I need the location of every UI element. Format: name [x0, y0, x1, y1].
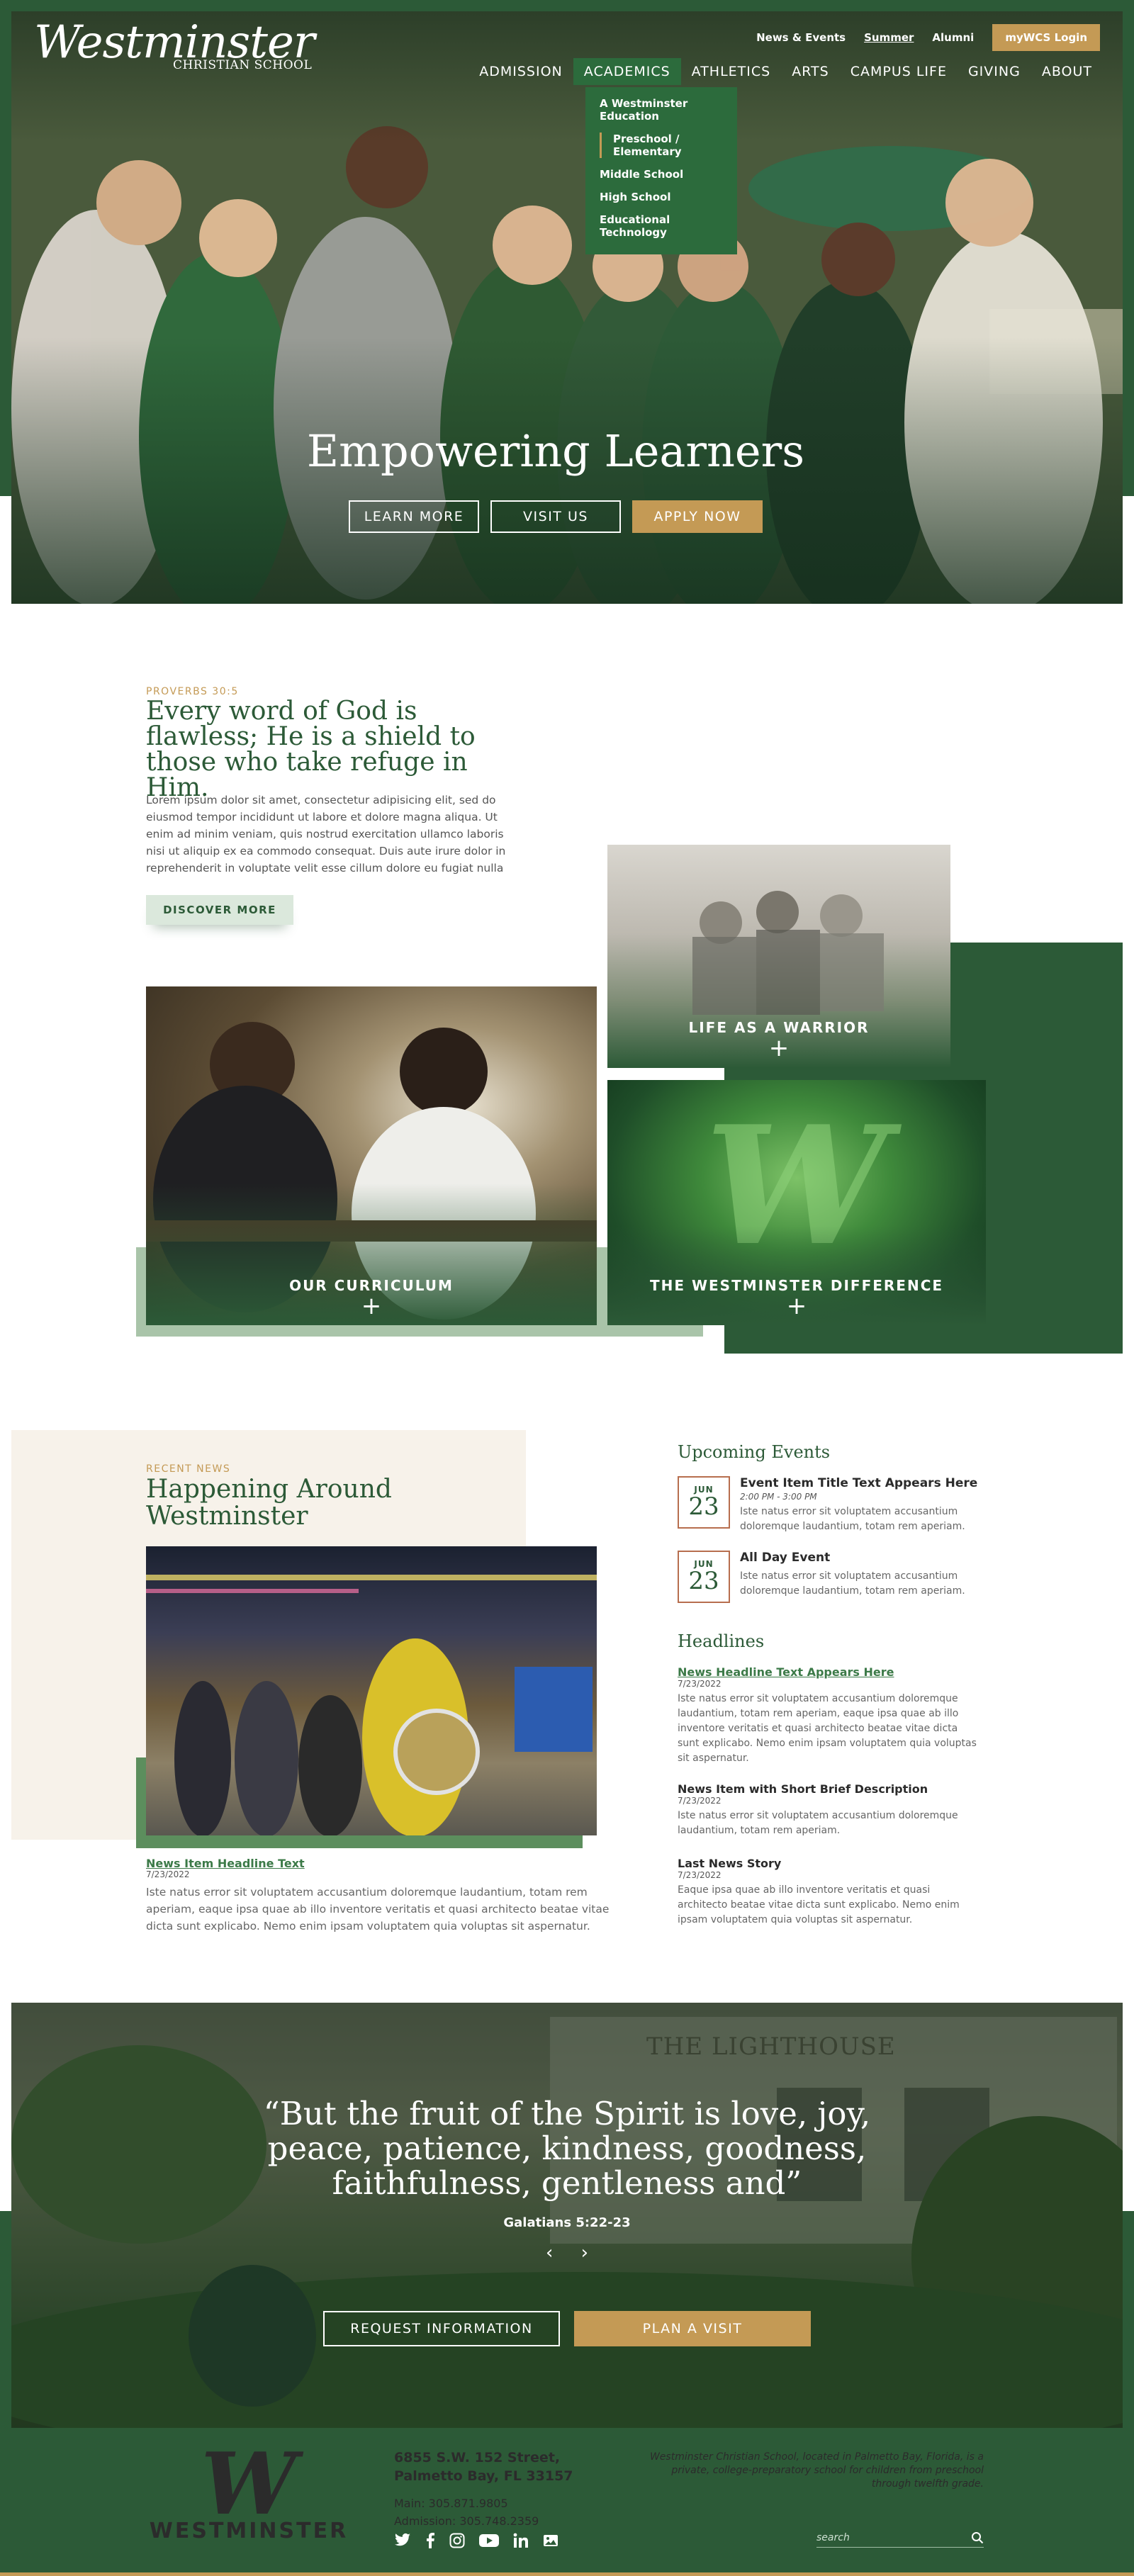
footer-logo-name: WESTMINSTER [149, 2519, 349, 2543]
request-information-button[interactable]: REQUEST INFORMATION [323, 2311, 560, 2346]
footer-gold-rule [0, 2572, 1134, 2576]
footer-main-phone[interactable]: Main: 305.871.9805 [394, 2495, 539, 2512]
academics-dropdown: A Westminster Education Preschool / Elem… [585, 87, 737, 254]
headline-title[interactable]: Last News Story [678, 1857, 982, 1870]
instagram-icon[interactable] [449, 2533, 465, 2548]
learn-more-button[interactable]: LEARN MORE [349, 500, 479, 533]
news-section-title: Happening Around Westminster [146, 1475, 392, 1531]
headlines-heading: Headlines [678, 1631, 765, 1651]
dropdown-middle-school[interactable]: Middle School [600, 168, 723, 181]
news-photo-carnival [146, 1575, 597, 1837]
chevron-left-icon[interactable]: ‹ [546, 2242, 553, 2263]
utility-nav: News & Events Summer Alumni myWCS Login [756, 24, 1100, 51]
nav-giving[interactable]: GIVING [958, 58, 1031, 85]
chevron-right-icon[interactable]: › [581, 2242, 588, 2263]
news-item-body: Iste natus error sit voluptatem accusant… [146, 1886, 610, 1933]
headline-body: Iste natus error sit voluptatem accusant… [678, 1693, 977, 1764]
news-item-headline[interactable]: News Item Headline Text [146, 1857, 305, 1870]
footer-description: Westminster Christian School, located in… [649, 2451, 984, 2490]
dropdown-high-school[interactable]: High School [600, 191, 723, 203]
event-description: Iste natus error sit voluptatem accusant… [740, 1506, 965, 1532]
dropdown-preschool-elementary[interactable]: Preschool / Elementary [600, 133, 723, 158]
event-calendar-icon: JUN 23 [678, 1551, 730, 1603]
tile-difference-plus-icon: + [786, 1292, 807, 1320]
tile-life-plus-icon: + [768, 1034, 790, 1062]
headline-title[interactable]: News Headline Text Appears Here [678, 1665, 982, 1679]
apply-now-button[interactable]: APPLY NOW [632, 500, 763, 533]
search-input[interactable]: search [816, 2532, 850, 2543]
linkedin-icon[interactable] [513, 2533, 529, 2548]
event-time: 2:00 PM - 3:00 PM [740, 1492, 817, 1502]
plan-a-visit-button[interactable]: PLAN A VISIT [574, 2311, 811, 2346]
event-description: Iste natus error sit voluptatem accusant… [740, 1570, 965, 1597]
twitter-icon[interactable] [394, 2533, 411, 2548]
lighthouse-sign: THE LIGHTHOUSE [646, 2032, 896, 2061]
footer-search[interactable]: search [816, 2528, 984, 2548]
footer-logo-mark: W [201, 2434, 297, 2534]
footer-logo[interactable]: W WESTMINSTER [146, 2434, 352, 2544]
quote-reference: Galatians 5:22-23 [503, 2215, 631, 2230]
tile-our-curriculum[interactable]: OUR CURRICULUM + [146, 986, 597, 1325]
nav-academics[interactable]: ACADEMICS [573, 58, 681, 85]
verse-body: Lorem ipsum dolor sit amet, consectetur … [146, 794, 506, 874]
tile-curriculum-plus-icon: + [361, 1292, 382, 1320]
headline-date: 7/23/2022 [678, 1796, 722, 1806]
event-day: 23 [688, 1567, 719, 1595]
event-day: 23 [688, 1492, 719, 1521]
hero-title: Empowering Learners [306, 425, 805, 477]
facebook-icon[interactable] [425, 2533, 435, 2548]
discover-more-button[interactable]: DISCOVER MORE [146, 895, 293, 925]
news-photo[interactable] [146, 1546, 597, 1837]
event-title[interactable]: Event Item Title Text Appears Here [740, 1476, 988, 1490]
headline-item[interactable]: Last News Story 7/23/2022 Eaque ipsa qua… [678, 1857, 982, 1928]
youtube-icon[interactable] [479, 2533, 499, 2548]
utility-news-events[interactable]: News & Events [756, 31, 846, 44]
logo-subtitle: CHRISTIAN SCHOOL [173, 58, 313, 72]
nav-about[interactable]: ABOUT [1031, 58, 1103, 85]
headline-body: Eaque ipsa quae ab illo inventore verita… [678, 1884, 960, 1925]
hero-buttons: LEARN MORE VISIT US APPLY NOW [0, 500, 1111, 533]
upcoming-events-heading: Upcoming Events [678, 1442, 831, 1462]
footer-admission-phone[interactable]: Admission: 305.748.2359 [394, 2512, 539, 2530]
verse-title: Every word of God is flawless; He is a s… [146, 697, 476, 802]
quote-buttons: REQUEST INFORMATION PLAN A VISIT [0, 2311, 1134, 2346]
event-item[interactable]: JUN 23 All Day Event Iste natus error si… [678, 1551, 989, 1607]
mywcs-login-button[interactable]: myWCS Login [992, 24, 1100, 51]
site-logo[interactable]: Westminster CHRISTIAN SCHOOL [34, 20, 315, 72]
nav-campus-life[interactable]: CAMPUS LIFE [840, 58, 958, 85]
nav-arts[interactable]: ARTS [781, 58, 839, 85]
social-links [394, 2533, 558, 2548]
main-nav: ADMISSION ACADEMICS ATHLETICS ARTS CAMPU… [468, 58, 1103, 85]
scripture-quote: “But the fruit of the Spirit is love, jo… [0, 2096, 1134, 2200]
nav-admission[interactable]: ADMISSION [468, 58, 573, 85]
headline-date: 7/23/2022 [678, 1679, 722, 1689]
utility-alumni[interactable]: Alumni [932, 31, 974, 44]
footer-address-line1: 6855 S.W. 152 Street, [394, 2450, 561, 2465]
event-calendar-icon: JUN 23 [678, 1476, 730, 1529]
quote-carousel-controls: ‹ › [546, 2242, 588, 2263]
scripture-quote-text: “But the fruit of the Spirit is love, jo… [263, 2095, 871, 2202]
utility-summer[interactable]: Summer [864, 31, 914, 44]
flickr-icon[interactable] [543, 2533, 558, 2548]
event-title[interactable]: All Day Event [740, 1551, 988, 1565]
news-kicker: RECENT NEWS [146, 1463, 231, 1475]
dropdown-educational-technology[interactable]: Educational Technology [600, 213, 723, 239]
headline-body: Iste natus error sit voluptatem accusant… [678, 1810, 958, 1836]
news-item-date: 7/23/2022 [146, 1869, 190, 1879]
visit-us-button[interactable]: VISIT US [490, 500, 621, 533]
headline-item[interactable]: News Item with Short Brief Description 7… [678, 1782, 982, 1838]
event-item[interactable]: JUN 23 Event Item Title Text Appears Her… [678, 1476, 989, 1533]
verse-reference: PROVERBS 30:5 [146, 686, 239, 697]
nav-athletics[interactable]: ATHLETICS [681, 58, 782, 85]
headline-date: 7/23/2022 [678, 1870, 722, 1880]
headline-title[interactable]: News Item with Short Brief Description [678, 1782, 982, 1796]
tile-life-as-warrior[interactable]: LIFE AS A WARRIOR + [607, 845, 950, 1068]
dropdown-westminster-education[interactable]: A Westminster Education [600, 97, 723, 123]
search-icon[interactable] [971, 2531, 984, 2544]
footer-phones: Main: 305.871.9805 Admission: 305.748.23… [394, 2495, 539, 2530]
headline-item[interactable]: News Headline Text Appears Here 7/23/202… [678, 1665, 982, 1766]
tile-westminster-difference[interactable]: W THE WESTMINSTER DIFFERENCE + [607, 1080, 986, 1325]
footer-address-line2: Palmetto Bay, FL 33157 [394, 2468, 573, 2484]
footer-address: 6855 S.W. 152 Street, Palmetto Bay, FL 3… [394, 2448, 573, 2485]
